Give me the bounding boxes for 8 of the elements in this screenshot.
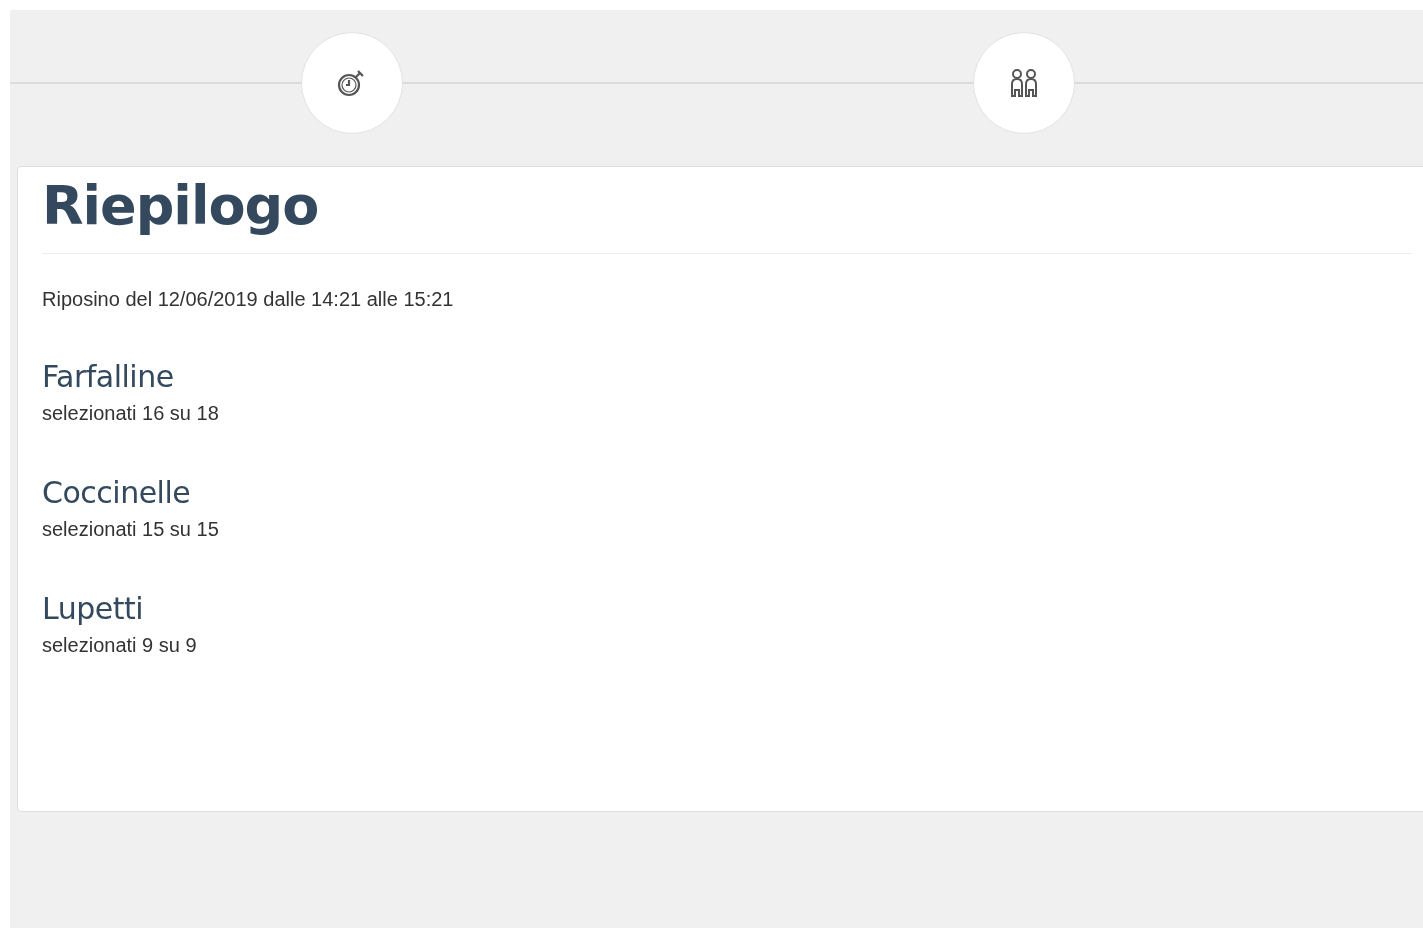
selection-count: selezionati 9 su 9 [42, 634, 197, 657]
selection-count: selezionati 15 su 15 [42, 518, 219, 541]
summary-title: Riepilogo [42, 173, 319, 239]
nap-details: Riposino del 12/06/2019 dalle 14:21 alle 15:21 [42, 288, 454, 311]
group-name: Lupetti [42, 591, 144, 626]
group-name: Coccinelle [42, 475, 191, 510]
group-name: Farfalline [42, 359, 174, 394]
selection-count: selezionati 16 su 18 [42, 402, 219, 425]
